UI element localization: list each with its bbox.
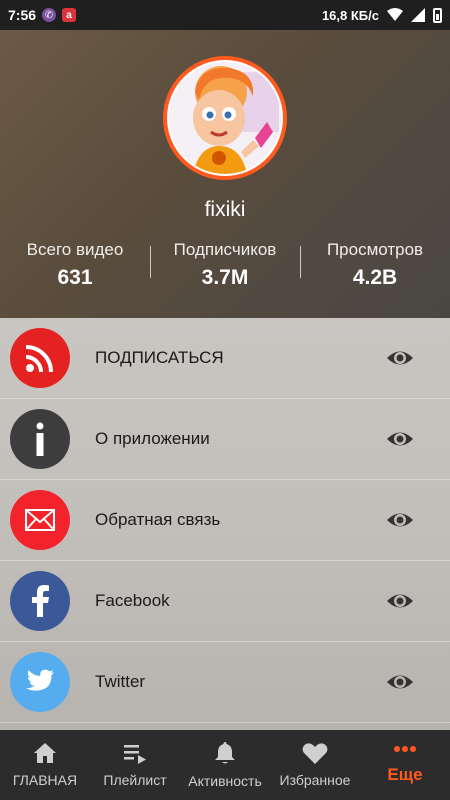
- nav-more[interactable]: Еще: [360, 730, 450, 800]
- eye-icon[interactable]: [386, 588, 414, 614]
- nav-label: ГЛАВНАЯ: [12, 772, 78, 788]
- battery-icon: [433, 7, 442, 23]
- menu-list: ПОДПИСАТЬСЯ О приложении Обратная связь …: [0, 318, 450, 730]
- channel-avatar-image: [169, 62, 281, 174]
- app-notification-icon: a: [62, 8, 77, 22]
- avatar[interactable]: [163, 56, 287, 180]
- network-speed: 16,8 КБ/с: [321, 7, 379, 23]
- wifi-icon: [387, 8, 403, 21]
- nav-label: Еще: [387, 765, 423, 784]
- menu-item-subscribe[interactable]: ПОДПИСАТЬСЯ: [0, 318, 450, 399]
- stat-videos: Всего видео 631: [0, 238, 150, 294]
- home-icon: [34, 743, 56, 763]
- nav-home[interactable]: ГЛАВНАЯ: [0, 730, 90, 800]
- channel-stats: Всего видео 631 Подписчиков 3.7M Просмот…: [0, 238, 450, 294]
- eye-icon[interactable]: [386, 507, 414, 533]
- bottom-navigation: ГЛАВНАЯ Плейлист Активность Избранное Ещ…: [0, 730, 450, 800]
- stat-value: 3.7M: [201, 266, 249, 289]
- heart-icon: [302, 743, 328, 764]
- menu-item-label: ПОДПИСАТЬСЯ: [95, 348, 224, 367]
- stat-views: Просмотров 4.2B: [300, 238, 450, 294]
- mail-icon: [10, 490, 70, 550]
- viber-icon: ✆: [42, 8, 57, 22]
- bell-icon: [215, 742, 235, 764]
- stat-value: 631: [57, 266, 93, 289]
- eye-icon[interactable]: [386, 669, 414, 695]
- menu-item-label: О приложении: [95, 429, 210, 448]
- menu-item-label: Facebook: [95, 591, 170, 610]
- eye-icon[interactable]: [386, 426, 414, 452]
- stat-value: 4.2B: [352, 266, 398, 289]
- facebook-icon: [10, 571, 70, 631]
- stat-subscribers: Подписчиков 3.7M: [150, 238, 300, 294]
- menu-item-facebook[interactable]: Facebook: [0, 561, 450, 642]
- nav-activity[interactable]: Активность: [180, 730, 270, 800]
- nav-playlist[interactable]: Плейлист: [90, 730, 180, 800]
- nav-favorites[interactable]: Избранное: [270, 730, 360, 800]
- eye-icon[interactable]: [386, 345, 414, 371]
- signal-icon: [411, 8, 425, 22]
- more-icon: [394, 746, 416, 752]
- status-bar: 7:56 ✆ a 16,8 КБ/с: [0, 0, 450, 30]
- nav-label: Плейлист: [103, 772, 167, 788]
- twitter-icon: [10, 652, 70, 712]
- nav-label: Избранное: [279, 772, 351, 788]
- stat-label: Всего видео: [26, 240, 124, 259]
- stat-label: Подписчиков: [173, 240, 277, 259]
- menu-item-label: Обратная связь: [95, 510, 221, 529]
- info-icon: [10, 409, 70, 469]
- status-time: 7:56: [8, 7, 37, 23]
- stat-label: Просмотров: [326, 240, 424, 259]
- menu-item-label: Twitter: [95, 672, 146, 691]
- menu-item-about[interactable]: О приложении: [0, 399, 450, 480]
- menu-item-twitter[interactable]: Twitter: [0, 642, 450, 723]
- playlist-icon: [124, 745, 146, 764]
- rss-icon: [10, 328, 70, 388]
- channel-name: fixiki: [204, 198, 246, 221]
- profile-header: fixiki Всего видео 631 Подписчиков 3.7M …: [0, 30, 450, 318]
- menu-item-feedback[interactable]: Обратная связь: [0, 480, 450, 561]
- nav-label: Активность: [188, 773, 262, 789]
